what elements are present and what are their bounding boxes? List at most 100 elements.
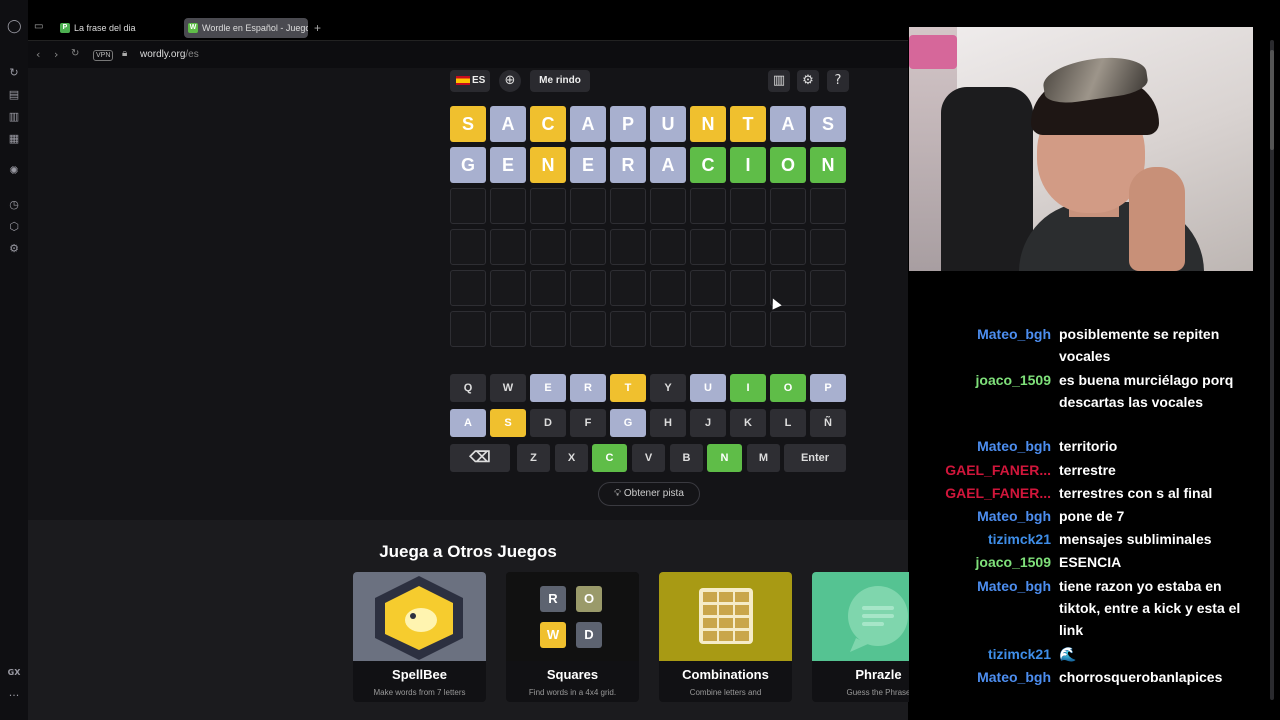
key-d[interactable]: D	[530, 409, 566, 437]
key-w[interactable]: W	[490, 374, 526, 402]
key-b[interactable]: B	[670, 444, 703, 472]
key-s[interactable]: S	[490, 409, 526, 437]
opera-logo-icon[interactable]: ◯	[7, 20, 22, 34]
forward-icon[interactable]: ›	[54, 48, 58, 61]
key-o[interactable]: O	[770, 374, 806, 402]
tab-strip: ▭ P La frase del dia W Wordle en Español…	[28, 16, 908, 40]
backspace-key[interactable]: ⌫	[450, 444, 510, 472]
letter-tile	[570, 311, 606, 347]
key-k[interactable]: K	[730, 409, 766, 437]
chat-username[interactable]: joaco_1509	[976, 551, 1052, 573]
letter-tile	[490, 311, 526, 347]
key-x[interactable]: X	[555, 444, 588, 472]
letter-tile	[450, 311, 486, 347]
stats-icon[interactable]: ▥	[768, 70, 790, 92]
key-z[interactable]: Z	[517, 444, 550, 472]
lock-icon[interactable]: 🔒︎	[122, 48, 127, 59]
settings-gear-icon[interactable]: ⚙	[797, 70, 819, 92]
key-y[interactable]: Y	[650, 374, 686, 402]
enter-key[interactable]: Enter	[784, 444, 846, 472]
card-desc: Find words in a 4x4 grid.	[528, 688, 617, 697]
chat-username[interactable]: GAEL_FANER...	[945, 459, 1051, 481]
favicon-w-icon: W	[188, 23, 198, 33]
key-v[interactable]: V	[632, 444, 665, 472]
squares-tile: D	[576, 622, 602, 648]
language-code: ES	[472, 75, 486, 86]
grid-icon	[699, 588, 753, 644]
key-q[interactable]: Q	[450, 374, 486, 402]
extensions-icon[interactable]: ⬡	[7, 220, 21, 234]
chat-text: terrestres con s al final	[1059, 485, 1213, 501]
key-t[interactable]: T	[610, 374, 646, 402]
vpn-badge[interactable]: VPN	[93, 50, 114, 61]
letter-tile	[730, 270, 766, 306]
squares-tile: W	[540, 622, 566, 648]
chat-username[interactable]: joaco_1509	[976, 369, 1052, 391]
language-selector[interactable]: ES	[450, 70, 490, 92]
chat-username[interactable]: GAEL_FANER...	[945, 482, 1051, 504]
chat-text: 🌊	[1059, 646, 1077, 662]
key-n[interactable]: N	[707, 444, 742, 472]
letter-tile: E	[570, 147, 606, 183]
key-c[interactable]: C	[592, 444, 627, 472]
key-u[interactable]: U	[690, 374, 726, 402]
squares-art: R O W D	[506, 572, 639, 661]
letter-tile: N	[690, 106, 726, 142]
url-domain: wordly.org	[140, 49, 186, 60]
refresh-panel-icon[interactable]: ↻	[7, 66, 21, 80]
squares-card[interactable]: R O W D Squares Find words in a 4x4 grid…	[506, 572, 639, 702]
spellbee-card[interactable]: SpellBee Make words from 7 letters	[353, 572, 486, 702]
chat-username[interactable]: Mateo_bgh	[977, 575, 1051, 597]
new-tab-button[interactable]: +	[310, 18, 328, 38]
messenger-icon[interactable]: ▦	[7, 132, 21, 146]
key-g[interactable]: G	[610, 409, 646, 437]
letter-tile	[530, 311, 566, 347]
chatgpt-icon[interactable]: ✺	[7, 164, 21, 178]
chat-text: chorrosquerobanlapices	[1059, 669, 1223, 685]
more-icon[interactable]: ...	[7, 686, 21, 700]
letter-tile: E	[490, 147, 526, 183]
history-icon[interactable]: ◷	[7, 198, 21, 212]
letter-tile	[490, 270, 526, 306]
key-e[interactable]: E	[530, 374, 566, 402]
key-i[interactable]: I	[730, 374, 766, 402]
board-row: GENERACION	[450, 147, 850, 183]
letter-tile	[690, 188, 726, 224]
key-p[interactable]: P	[810, 374, 846, 402]
url-field[interactable]: wordly.org/es	[140, 49, 199, 60]
card-name: Combinations	[682, 667, 769, 682]
key-j[interactable]: J	[690, 409, 726, 437]
chat-username[interactable]: Mateo_bgh	[977, 435, 1051, 457]
key-ñ[interactable]: Ñ	[810, 409, 846, 437]
key-r[interactable]: R	[570, 374, 606, 402]
tab-wordle[interactable]: W Wordle en Español - Juego	[184, 18, 308, 38]
scrollbar-thumb[interactable]	[1270, 50, 1274, 150]
address-bar: ‹ › ↻ VPN 🔒︎ wordly.org/es	[28, 40, 908, 68]
key-h[interactable]: H	[650, 409, 686, 437]
tab-menu-icon[interactable]: ▭	[34, 21, 43, 32]
help-icon[interactable]: ?	[827, 70, 849, 92]
favicon-p-icon: P	[60, 23, 70, 33]
letter-tile	[570, 270, 606, 306]
give-up-button[interactable]: Me rindo	[530, 70, 590, 92]
chat-username[interactable]: Mateo_bgh	[977, 323, 1051, 345]
reload-icon[interactable]: ↻	[71, 48, 79, 59]
key-f[interactable]: F	[570, 409, 606, 437]
tab-la-frase[interactable]: P La frase del dia	[56, 18, 180, 38]
chat-username[interactable]: tizimck21	[988, 528, 1051, 550]
key-m[interactable]: M	[747, 444, 780, 472]
back-icon[interactable]: ‹	[36, 48, 40, 61]
chat-username[interactable]: Mateo_bgh	[977, 505, 1051, 527]
chat-username[interactable]: Mateo_bgh	[977, 666, 1051, 688]
combinations-card[interactable]: Combinations Combine letters and	[659, 572, 792, 702]
bag-icon[interactable]: ▤	[7, 88, 21, 102]
twitch-icon[interactable]: ▥	[7, 110, 21, 124]
key-a[interactable]: A	[450, 409, 486, 437]
spellbee-hex-icon	[375, 576, 463, 660]
chat-username[interactable]: tizimck21	[988, 643, 1051, 665]
key-l[interactable]: L	[770, 409, 806, 437]
settings-icon[interactable]: ⚙	[7, 242, 21, 256]
hint-button[interactable]: 💡︎ Obtener pista	[598, 482, 700, 506]
url-path: /es	[185, 49, 199, 60]
add-icon[interactable]: ⊕	[499, 70, 521, 92]
